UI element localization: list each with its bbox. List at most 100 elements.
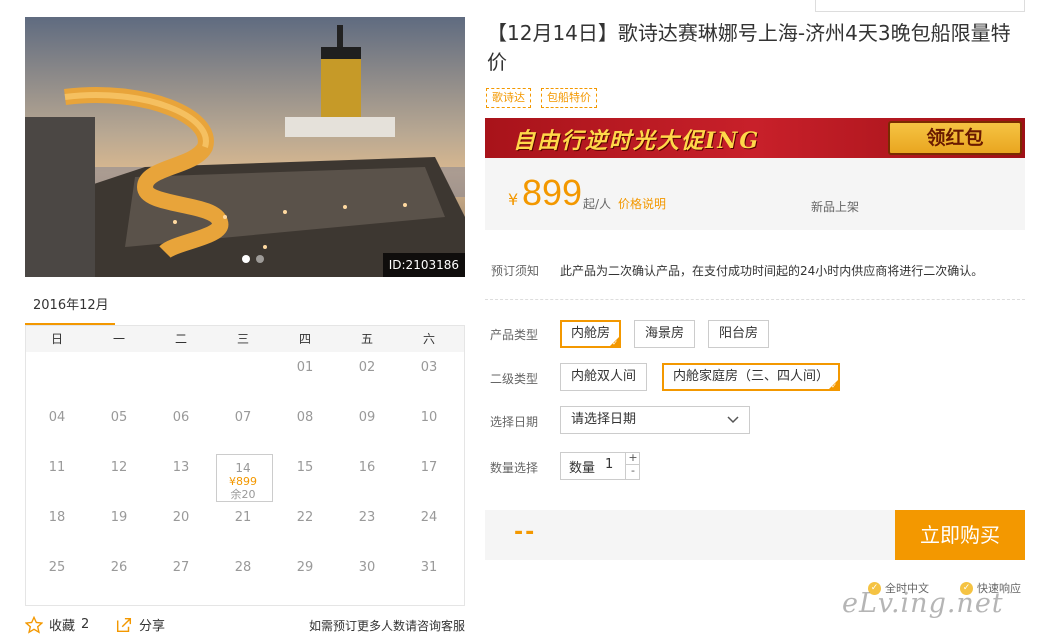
sub-type-option-family[interactable]: 内舱家庭房（三、四人间） ✓: [662, 363, 841, 391]
calendar-day[interactable]: 20: [150, 502, 212, 552]
top-search-box[interactable]: [815, 0, 1025, 12]
calendar-day-number: 31: [420, 560, 438, 575]
calendar-day[interactable]: 22: [274, 502, 336, 552]
calendar-day[interactable]: 03: [398, 352, 460, 402]
calendar-day[interactable]: 02: [336, 352, 398, 402]
option-label: 内舱双人间: [571, 369, 637, 384]
product-type-option-inside[interactable]: 内舱房 ✓: [560, 320, 622, 348]
promo-banner-text: 自由行逆时光大促ING: [513, 128, 761, 154]
booking-notice-text: 此产品为二次确认产品，在支付成功时间起的24小时内供应商将进行二次确认。: [560, 264, 984, 278]
weekday-label: 五: [360, 332, 373, 346]
calendar-week-row: 04 05 06 07 08 09 10: [26, 402, 464, 452]
photo-id-label: ID:2103186: [382, 253, 465, 277]
calendar-day-number: 28: [234, 560, 252, 575]
price-unit: 起/人: [583, 197, 612, 211]
product-tag[interactable]: 包船特价: [541, 88, 597, 108]
carousel-dot[interactable]: [256, 255, 264, 263]
calendar-day[interactable]: 08: [274, 402, 336, 452]
quantity-minus-button[interactable]: -: [626, 465, 640, 478]
carousel-dots[interactable]: [242, 255, 264, 263]
calendar-day[interactable]: 30: [336, 552, 398, 602]
calendar-day[interactable]: 12: [88, 452, 150, 502]
calendar-day[interactable]: 27: [150, 552, 212, 602]
sub-type-label: 二级类型: [490, 372, 539, 386]
calendar-week-row: 18 19 20 21 22 23 24: [26, 502, 464, 552]
calendar: 日 一 二 三 四 五 六 01 02 03 04 05 06 07 08 09 10 11 12 13…: [25, 326, 465, 606]
calendar-day[interactable]: 07: [212, 402, 274, 452]
calendar-day-number: 08: [296, 410, 314, 425]
divider: [485, 299, 1025, 300]
calendar-day[interactable]: 10: [398, 402, 460, 452]
quantity-label: 数量选择: [490, 461, 539, 475]
option-label: 内舱房: [571, 326, 611, 341]
product-type-option-balcony[interactable]: 阳台房: [708, 320, 770, 348]
buy-bar: -- 立即购买: [485, 510, 1025, 560]
calendar-day[interactable]: 16: [336, 452, 398, 502]
calendar-day[interactable]: 18: [26, 502, 88, 552]
total-price: --: [514, 520, 537, 545]
calendar-day[interactable]: 25: [26, 552, 88, 602]
watermark: eLv.ing.net: [842, 588, 1004, 619]
calendar-weekday-header: 日 一 二 三 四 五 六: [26, 326, 464, 352]
calendar-day[interactable]: 13: [150, 452, 212, 502]
carousel-dot[interactable]: [242, 255, 250, 263]
contact-hint[interactable]: 如需预订更多人数请咨询客服: [309, 617, 465, 634]
quantity-input[interactable]: 1: [605, 457, 613, 472]
favorite-button[interactable]: 收藏 2: [25, 615, 89, 634]
product-photo[interactable]: ID:2103186: [25, 17, 465, 277]
get-coupon-button[interactable]: 领红包: [888, 121, 1022, 155]
calendar-day[interactable]: 28: [212, 552, 274, 602]
calendar-day[interactable]: 14 ¥899 余20: [212, 452, 274, 502]
price-explain-link[interactable]: 价格说明: [618, 195, 666, 212]
date-select[interactable]: 请选择日期: [560, 406, 750, 434]
date-label: 选择日期: [490, 415, 539, 429]
calendar-day[interactable]: 01: [274, 352, 336, 402]
calendar-day[interactable]: 06: [150, 402, 212, 452]
price-currency: ¥: [508, 190, 519, 209]
calendar-day-number: 27: [172, 560, 190, 575]
calendar-day[interactable]: 19: [88, 502, 150, 552]
calendar-day[interactable]: 31: [398, 552, 460, 602]
calendar-day[interactable]: 09: [336, 402, 398, 452]
calendar-day[interactable]: 04: [26, 402, 88, 452]
calendar-day[interactable]: 29: [274, 552, 336, 602]
calendar-day-highlight: [216, 454, 273, 502]
calendar-day[interactable]: 17: [398, 452, 460, 502]
calendar-day-number: 01: [296, 360, 314, 375]
calendar-day-number: 17: [420, 460, 438, 475]
calendar-day-number: 23: [358, 510, 376, 525]
calendar-day-number: 06: [172, 410, 190, 425]
calendar-day[interactable]: 21: [212, 502, 274, 552]
share-icon: [116, 617, 132, 632]
calendar-day[interactable]: 05: [88, 402, 150, 452]
promo-banner[interactable]: 自由行逆时光大促ING 领红包: [485, 118, 1025, 158]
calendar-week-row: 11 12 13 14 ¥899 余20 15 16 17: [26, 452, 464, 502]
buy-now-button[interactable]: 立即购买: [895, 510, 1025, 560]
sub-type-option-double[interactable]: 内舱双人间: [560, 363, 648, 391]
calendar-month-tab[interactable]: 2016年12月: [25, 290, 115, 326]
star-icon: [25, 615, 43, 634]
option-label: 阳台房: [719, 326, 759, 341]
calendar-day-number: 21: [234, 510, 252, 525]
weekday-label: 三: [236, 332, 249, 346]
calendar-day-number: 11: [48, 460, 66, 475]
product-tag[interactable]: 歌诗达: [486, 88, 531, 108]
product-title: 【12月14日】歌诗达赛琳娜号上海-济州4天3晚包船限量特价: [487, 21, 1011, 74]
share-button[interactable]: 分享: [115, 615, 165, 634]
calendar-day-number: 16: [358, 460, 376, 475]
calendar-day-number: 13: [172, 460, 190, 475]
product-type-option-oceanview[interactable]: 海景房: [634, 320, 696, 348]
calendar-day[interactable]: 11: [26, 452, 88, 502]
ship-deck-image: [25, 17, 465, 277]
favorite-count: 2: [81, 617, 90, 632]
calendar-day[interactable]: 23: [336, 502, 398, 552]
calendar-day-number: 24: [420, 510, 438, 525]
calendar-day[interactable]: 26: [88, 552, 150, 602]
calendar-day-number: 20: [172, 510, 190, 525]
product-tags: 歌诗达 包船特价: [486, 88, 597, 108]
favorite-label: 收藏: [49, 619, 76, 634]
booking-notice-label: 预订须知: [491, 264, 540, 278]
calendar-day[interactable]: 24: [398, 502, 460, 552]
calendar-day-number: 02: [358, 360, 376, 375]
calendar-day[interactable]: 15: [274, 452, 336, 502]
